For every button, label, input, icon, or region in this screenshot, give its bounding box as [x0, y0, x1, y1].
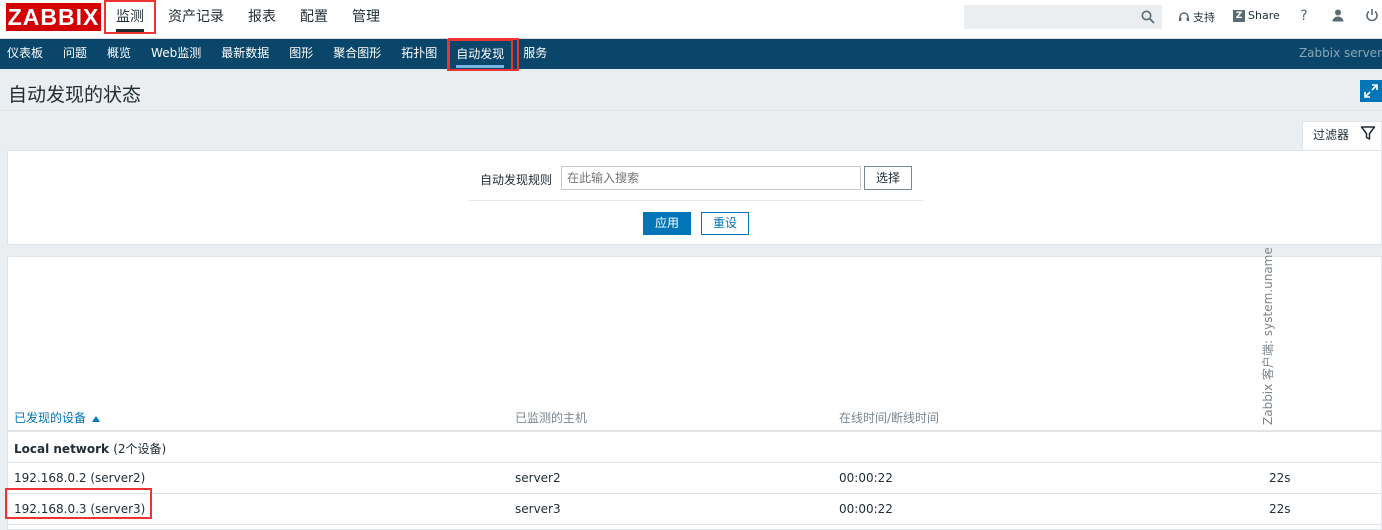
menu-inventory[interactable]: 资产记录: [156, 0, 236, 34]
group-count: (2个设备): [113, 442, 167, 456]
fullscreen-icon[interactable]: [1360, 80, 1382, 102]
page-title: 自动发现的状态: [8, 84, 142, 106]
table-row-uptime: 00:00:22: [839, 502, 893, 516]
filter-separator: [469, 200, 923, 201]
sort-ascending-icon: [91, 416, 100, 422]
table-row-device: 192.168.0.3 (server3): [14, 502, 146, 516]
subnav-problems[interactable]: 问题: [53, 39, 97, 69]
sign-out-icon[interactable]: [1364, 8, 1380, 24]
top-header: ZABBIX 监测 资产记录 报表 配置 管理 支持 Z Share ?: [0, 0, 1382, 39]
row-divider: [8, 524, 1382, 525]
row-divider: [8, 493, 1382, 494]
subnav-web[interactable]: Web监测: [141, 39, 211, 69]
search-icon[interactable]: [1141, 10, 1155, 24]
menu-reports[interactable]: 报表: [236, 0, 288, 34]
filter-icon: [1360, 126, 1376, 140]
filter-tab[interactable]: 过滤器: [1302, 121, 1382, 151]
share-link[interactable]: Z Share: [1233, 9, 1280, 22]
global-search-input[interactable]: [964, 5, 1162, 29]
help-icon[interactable]: ?: [1296, 8, 1312, 24]
reset-button[interactable]: 重设: [701, 212, 749, 235]
group-row: Local network (2个设备): [14, 440, 166, 457]
filter-panel: 自动发现规则 选择 应用 重设: [7, 150, 1382, 245]
select-button[interactable]: 选择: [864, 166, 912, 190]
support-link[interactable]: 支持: [1178, 9, 1215, 25]
table-row-check: 22s: [1269, 502, 1291, 516]
server-name: Zabbix server: [1298, 46, 1382, 60]
menu-administration[interactable]: 管理: [340, 0, 392, 34]
group-name: Local network: [14, 442, 110, 456]
subnav-screens[interactable]: 聚合图形: [323, 39, 391, 69]
header-divider: [8, 430, 1382, 432]
subnav-maps[interactable]: 拓扑图: [391, 39, 447, 69]
discovery-rule-input[interactable]: [561, 166, 861, 190]
subnav-graphs[interactable]: 图形: [279, 39, 323, 69]
menu-monitoring[interactable]: 监测: [104, 0, 156, 34]
user-profile-icon[interactable]: [1330, 8, 1346, 24]
table-row-host: server2: [515, 471, 561, 485]
discovery-rule-label: 自动发现规则: [480, 173, 553, 187]
title-divider: [0, 110, 1382, 111]
row-divider: [8, 462, 1382, 463]
share-label: Share: [1248, 9, 1280, 22]
main-menu: 监测 资产记录 报表 配置 管理: [104, 0, 392, 39]
discovery-status-table: 已发现的设备 已监测的主机 在线时间/断线时间 Zabbix 客户端: syst…: [7, 247, 1382, 530]
column-uptime-downtime: 在线时间/断线时间: [839, 411, 940, 425]
sub-navigation: 仪表板 问题 概览 Web监测 最新数据 图形 聚合图形 拓扑图 自动发现 服务…: [0, 39, 1382, 71]
table-row-uptime: 00:00:22: [839, 471, 893, 485]
support-label: 支持: [1193, 11, 1215, 24]
subnav-latest-data[interactable]: 最新数据: [211, 39, 279, 69]
table-row-check: 22s: [1269, 471, 1291, 485]
column-discovered-device[interactable]: 已发现的设备: [14, 409, 100, 426]
menu-configuration[interactable]: 配置: [288, 0, 340, 34]
subnav-services[interactable]: 服务: [513, 39, 557, 69]
table-row-device: 192.168.0.2 (server2): [14, 471, 146, 485]
filter-tab-label: 过滤器: [1313, 128, 1350, 142]
headset-icon: [1179, 12, 1189, 21]
column-monitored-host: 已监测的主机: [515, 411, 588, 425]
share-icon: Z: [1233, 9, 1245, 22]
zabbix-logo[interactable]: ZABBIX: [6, 3, 101, 31]
subnav-discovery[interactable]: 自动发现: [447, 39, 514, 71]
apply-button[interactable]: 应用: [643, 212, 691, 235]
subnav-overview[interactable]: 概览: [97, 39, 141, 69]
column-check: Zabbix 客户端: system.uname: [1261, 247, 1275, 425]
table-row-host: server3: [515, 502, 561, 516]
subnav-dashboard[interactable]: 仪表板: [0, 39, 53, 69]
